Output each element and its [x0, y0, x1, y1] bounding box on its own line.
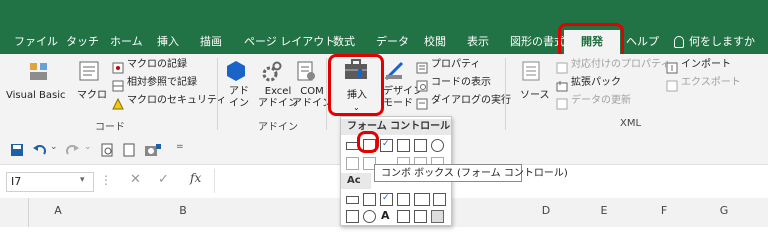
more-controls-icon[interactable] [431, 210, 444, 223]
redo-icon[interactable] [66, 142, 80, 156]
export-button[interactable]: エクスポート [681, 77, 741, 89]
com-addin-icon [296, 60, 316, 82]
new-document-icon[interactable] [122, 142, 136, 157]
warning-icon [112, 95, 124, 110]
name-box-dropdown-icon[interactable]: ▾ [80, 175, 85, 185]
tab-help[interactable]: ヘルプ [626, 30, 659, 54]
options-icon: ⋮ [100, 173, 112, 187]
combo-box-tooltip: コンボ ボックス (フォーム コントロール) [374, 164, 568, 182]
customize-qat-icon[interactable]: = [176, 142, 186, 156]
record-macro-icon [112, 59, 124, 74]
view-code-icon [416, 77, 428, 92]
addin-icon [226, 60, 246, 82]
spin-button-control-icon[interactable] [397, 139, 410, 152]
redo-dropdown-icon[interactable]: ⌄ [84, 142, 92, 156]
addin-button[interactable]: アド イン [229, 86, 249, 110]
activex-option-icon[interactable] [363, 210, 376, 223]
map-properties-button[interactable]: 対応付けのプロパティ [571, 59, 670, 71]
tab-insert[interactable]: 挿入 [157, 30, 179, 54]
column-header-f[interactable]: F [634, 204, 694, 217]
relative-reference-button[interactable]: 相対参照で記録 [127, 77, 197, 89]
activex-label-icon[interactable]: A [381, 209, 390, 222]
macro-button[interactable]: マクロ [77, 90, 107, 102]
group-label-code: コード [95, 122, 125, 133]
enter-icon[interactable]: ✓ [158, 172, 169, 187]
cancel-icon[interactable]: ✕ [130, 172, 141, 187]
xml-source-icon [521, 60, 541, 82]
visual-basic-button[interactable]: Visual Basic [6, 90, 66, 102]
camera-icon[interactable] [144, 142, 162, 156]
expansion-pack-button[interactable]: 拡張パック [571, 77, 621, 89]
form-controls-header: フォーム コントロール [341, 119, 451, 135]
refresh-data-button[interactable]: データの更新 [571, 95, 631, 107]
group-separator [505, 58, 506, 130]
insert-function-button[interactable]: fx [190, 171, 201, 185]
macro-icon [78, 60, 100, 82]
ribbon-tabs: ファイル タッチ ホーム 挿入 描画 ページ レイアウト 数式 データ 校閲 表… [0, 30, 768, 54]
tab-view[interactable]: 表示 [467, 30, 489, 54]
tab-file[interactable]: ファイル [14, 30, 58, 54]
run-dialog-icon [416, 95, 428, 110]
insert-button-highlight [328, 54, 384, 116]
import-button[interactable]: インポート [681, 59, 731, 71]
lightbulb-icon [674, 36, 684, 48]
properties-button[interactable]: プロパティ [431, 59, 480, 71]
expansion-pack-icon [556, 77, 568, 92]
macro-security-button[interactable]: マクロのセキュリティ [127, 95, 226, 107]
save-icon[interactable] [10, 142, 24, 156]
group-separator [217, 58, 218, 130]
tab-formulas[interactable]: 数式 [333, 30, 355, 54]
column-header-g[interactable]: G [694, 204, 754, 217]
tab-page-layout[interactable]: ページ レイアウト [244, 30, 335, 54]
group-label-addin: アドイン [258, 122, 298, 133]
column-header-d[interactable]: D [518, 204, 574, 217]
view-code-button[interactable]: コードの表示 [431, 77, 491, 89]
activex-checkbox-icon[interactable]: ✓ [380, 193, 393, 206]
activex-button-icon[interactable] [346, 196, 359, 204]
properties-icon [416, 59, 428, 74]
list-box-control-icon[interactable] [414, 139, 427, 152]
visual-basic-icon [28, 60, 50, 82]
activex-textbox-icon[interactable] [414, 193, 430, 206]
map-properties-icon [556, 59, 568, 74]
export-icon [666, 77, 678, 92]
select-all-corner[interactable] [0, 198, 29, 227]
record-macro-button[interactable]: マクロの記録 [127, 59, 187, 71]
refresh-data-icon [556, 95, 568, 110]
tab-home[interactable]: ホーム [110, 30, 143, 54]
activex-listbox-icon[interactable] [397, 193, 410, 206]
column-header-b[interactable]: B [88, 204, 278, 217]
tab-touch[interactable]: タッチ [66, 30, 99, 54]
group-separator [326, 58, 327, 130]
tell-me-label: 何をしますか [689, 35, 755, 48]
import-icon [666, 59, 678, 74]
activex-spin-icon[interactable] [346, 210, 359, 223]
excel-addin-gear-icon [262, 60, 282, 82]
tell-me-search[interactable]: 何をしますか [674, 30, 755, 54]
relative-reference-icon [112, 77, 124, 92]
tab-data[interactable]: データ [376, 30, 409, 54]
combo-box-highlight [357, 131, 379, 153]
group-label-xml: XML [620, 118, 642, 129]
print-preview-icon[interactable] [100, 142, 114, 157]
activex-controls-header: Ac [341, 173, 371, 189]
group-box-control-icon[interactable] [346, 157, 359, 170]
xml-source-button[interactable]: ソース [520, 90, 550, 102]
tab-draw[interactable]: 描画 [200, 30, 222, 54]
design-mode-icon [383, 60, 405, 82]
activex-toggle-icon[interactable] [414, 210, 427, 223]
column-header-e[interactable]: E [574, 204, 634, 217]
option-button-control-icon[interactable] [431, 139, 444, 152]
activex-combo-icon[interactable] [363, 193, 376, 206]
checkbox-control-icon[interactable]: ✓ [380, 139, 393, 152]
undo-icon[interactable] [32, 142, 46, 156]
activex-image-icon[interactable] [397, 210, 410, 223]
column-header-a[interactable]: A [28, 204, 88, 217]
undo-dropdown-icon[interactable]: ⌄ [50, 142, 58, 156]
run-dialog-button[interactable]: ダイアログの実行 [431, 95, 511, 107]
tab-review[interactable]: 校閲 [424, 30, 446, 54]
activex-scroll-icon[interactable] [433, 193, 446, 206]
tab-shape-format[interactable]: 図形の書式 [510, 30, 565, 54]
